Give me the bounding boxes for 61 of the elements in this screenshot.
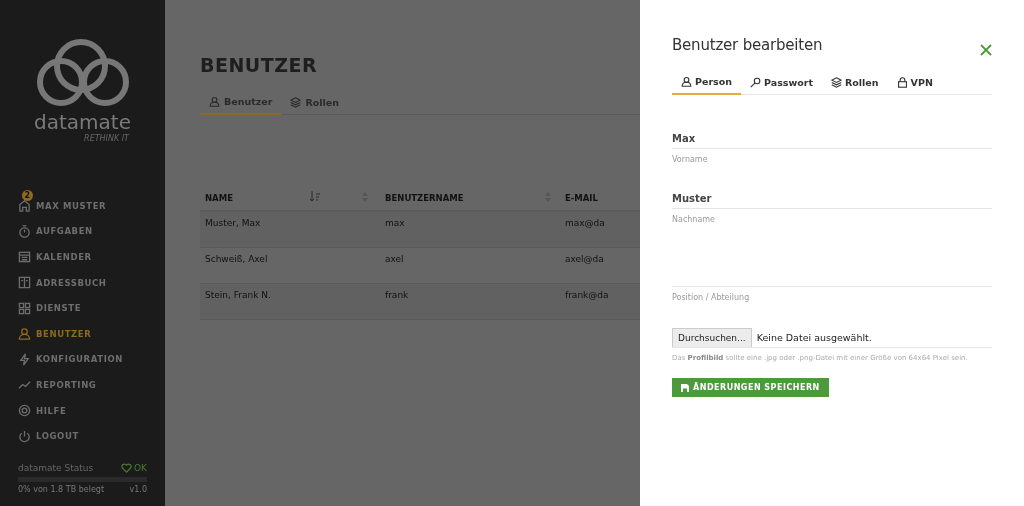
table-cell: max@da — [560, 211, 640, 247]
calendar-icon — [18, 250, 31, 264]
home-icon — [18, 199, 31, 213]
browse-button[interactable]: Durchsuchen... — [672, 328, 752, 347]
field-label: Nachname — [672, 215, 717, 224]
heart-icon — [121, 462, 132, 473]
storage-usage: 0% von 1.8 TB belegt — [18, 484, 105, 494]
nav-item[interactable]: ADRESSBUCH — [18, 269, 147, 296]
table-cell: Muster, Max — [200, 211, 380, 247]
tab[interactable]: VPN — [887, 76, 942, 94]
user-icon — [681, 76, 692, 87]
tab[interactable]: Benutzer — [200, 96, 282, 115]
user-icon — [18, 327, 31, 341]
nav-item[interactable]: DIENSTE — [18, 295, 147, 321]
text-field[interactable]: Muster — [672, 185, 992, 209]
table-cell: Stein, Frank N. — [200, 283, 380, 319]
save-button[interactable]: ÄNDERUNGEN SPEICHERN — [672, 378, 829, 397]
nav-item[interactable]: KONFIGURATION — [18, 346, 147, 373]
table-cell: axel — [380, 247, 560, 283]
tab[interactable]: Rollen — [822, 76, 888, 94]
table-cell: Schweiß, Axel — [200, 247, 380, 283]
timer-icon — [18, 224, 31, 238]
tab[interactable]: Rollen — [281, 96, 348, 114]
nav-item[interactable]: KALENDER — [18, 244, 147, 270]
nav-item[interactable]: HILFE — [18, 397, 147, 424]
version-label: v1.0 — [129, 484, 147, 494]
nav-item[interactable]: 2 MAX MUSTER — [18, 193, 147, 219]
dialog-title: Benutzer bearbeiten — [672, 36, 823, 54]
file-status: Keine Datei ausgewählt. — [756, 332, 872, 343]
key-icon — [750, 76, 762, 88]
lock-icon — [896, 76, 908, 88]
nav-item[interactable]: REPORTING — [18, 372, 147, 398]
field-label: Position / Abteilung — [672, 293, 751, 302]
tab[interactable]: Passwort — [741, 76, 822, 94]
brand-name: datamate — [34, 110, 131, 134]
tab[interactable]: Person — [672, 76, 742, 95]
status-title: datamate Status — [18, 462, 94, 473]
help-icon — [18, 404, 31, 418]
layers-icon — [831, 76, 842, 88]
book-icon — [18, 276, 31, 290]
table-cell: frank@da — [560, 283, 640, 319]
sort-icon[interactable] — [310, 191, 320, 202]
nav-item[interactable]: AUFGABEN — [18, 218, 147, 245]
bolt-icon — [18, 352, 31, 366]
table-cell: max — [380, 211, 560, 247]
power-icon — [18, 429, 31, 443]
layers-icon — [290, 96, 302, 108]
nav-item[interactable]: BENUTZER — [18, 320, 147, 347]
brand-tagline: RETHINK IT — [84, 134, 129, 143]
page-title: BENUTZER — [200, 54, 319, 76]
grid-icon — [18, 301, 31, 315]
nav-item[interactable]: LOGOUT — [18, 423, 147, 449]
chart-icon — [18, 378, 31, 392]
table-cell: frank — [380, 283, 560, 319]
field-label: Vorname — [672, 155, 709, 164]
notification-badge: 2 — [22, 190, 33, 202]
text-field[interactable]: Max — [672, 125, 992, 149]
cloud-logo-icon — [36, 38, 129, 108]
user-icon — [209, 96, 220, 107]
close-icon[interactable] — [980, 44, 992, 56]
status-state: OK — [134, 462, 147, 473]
